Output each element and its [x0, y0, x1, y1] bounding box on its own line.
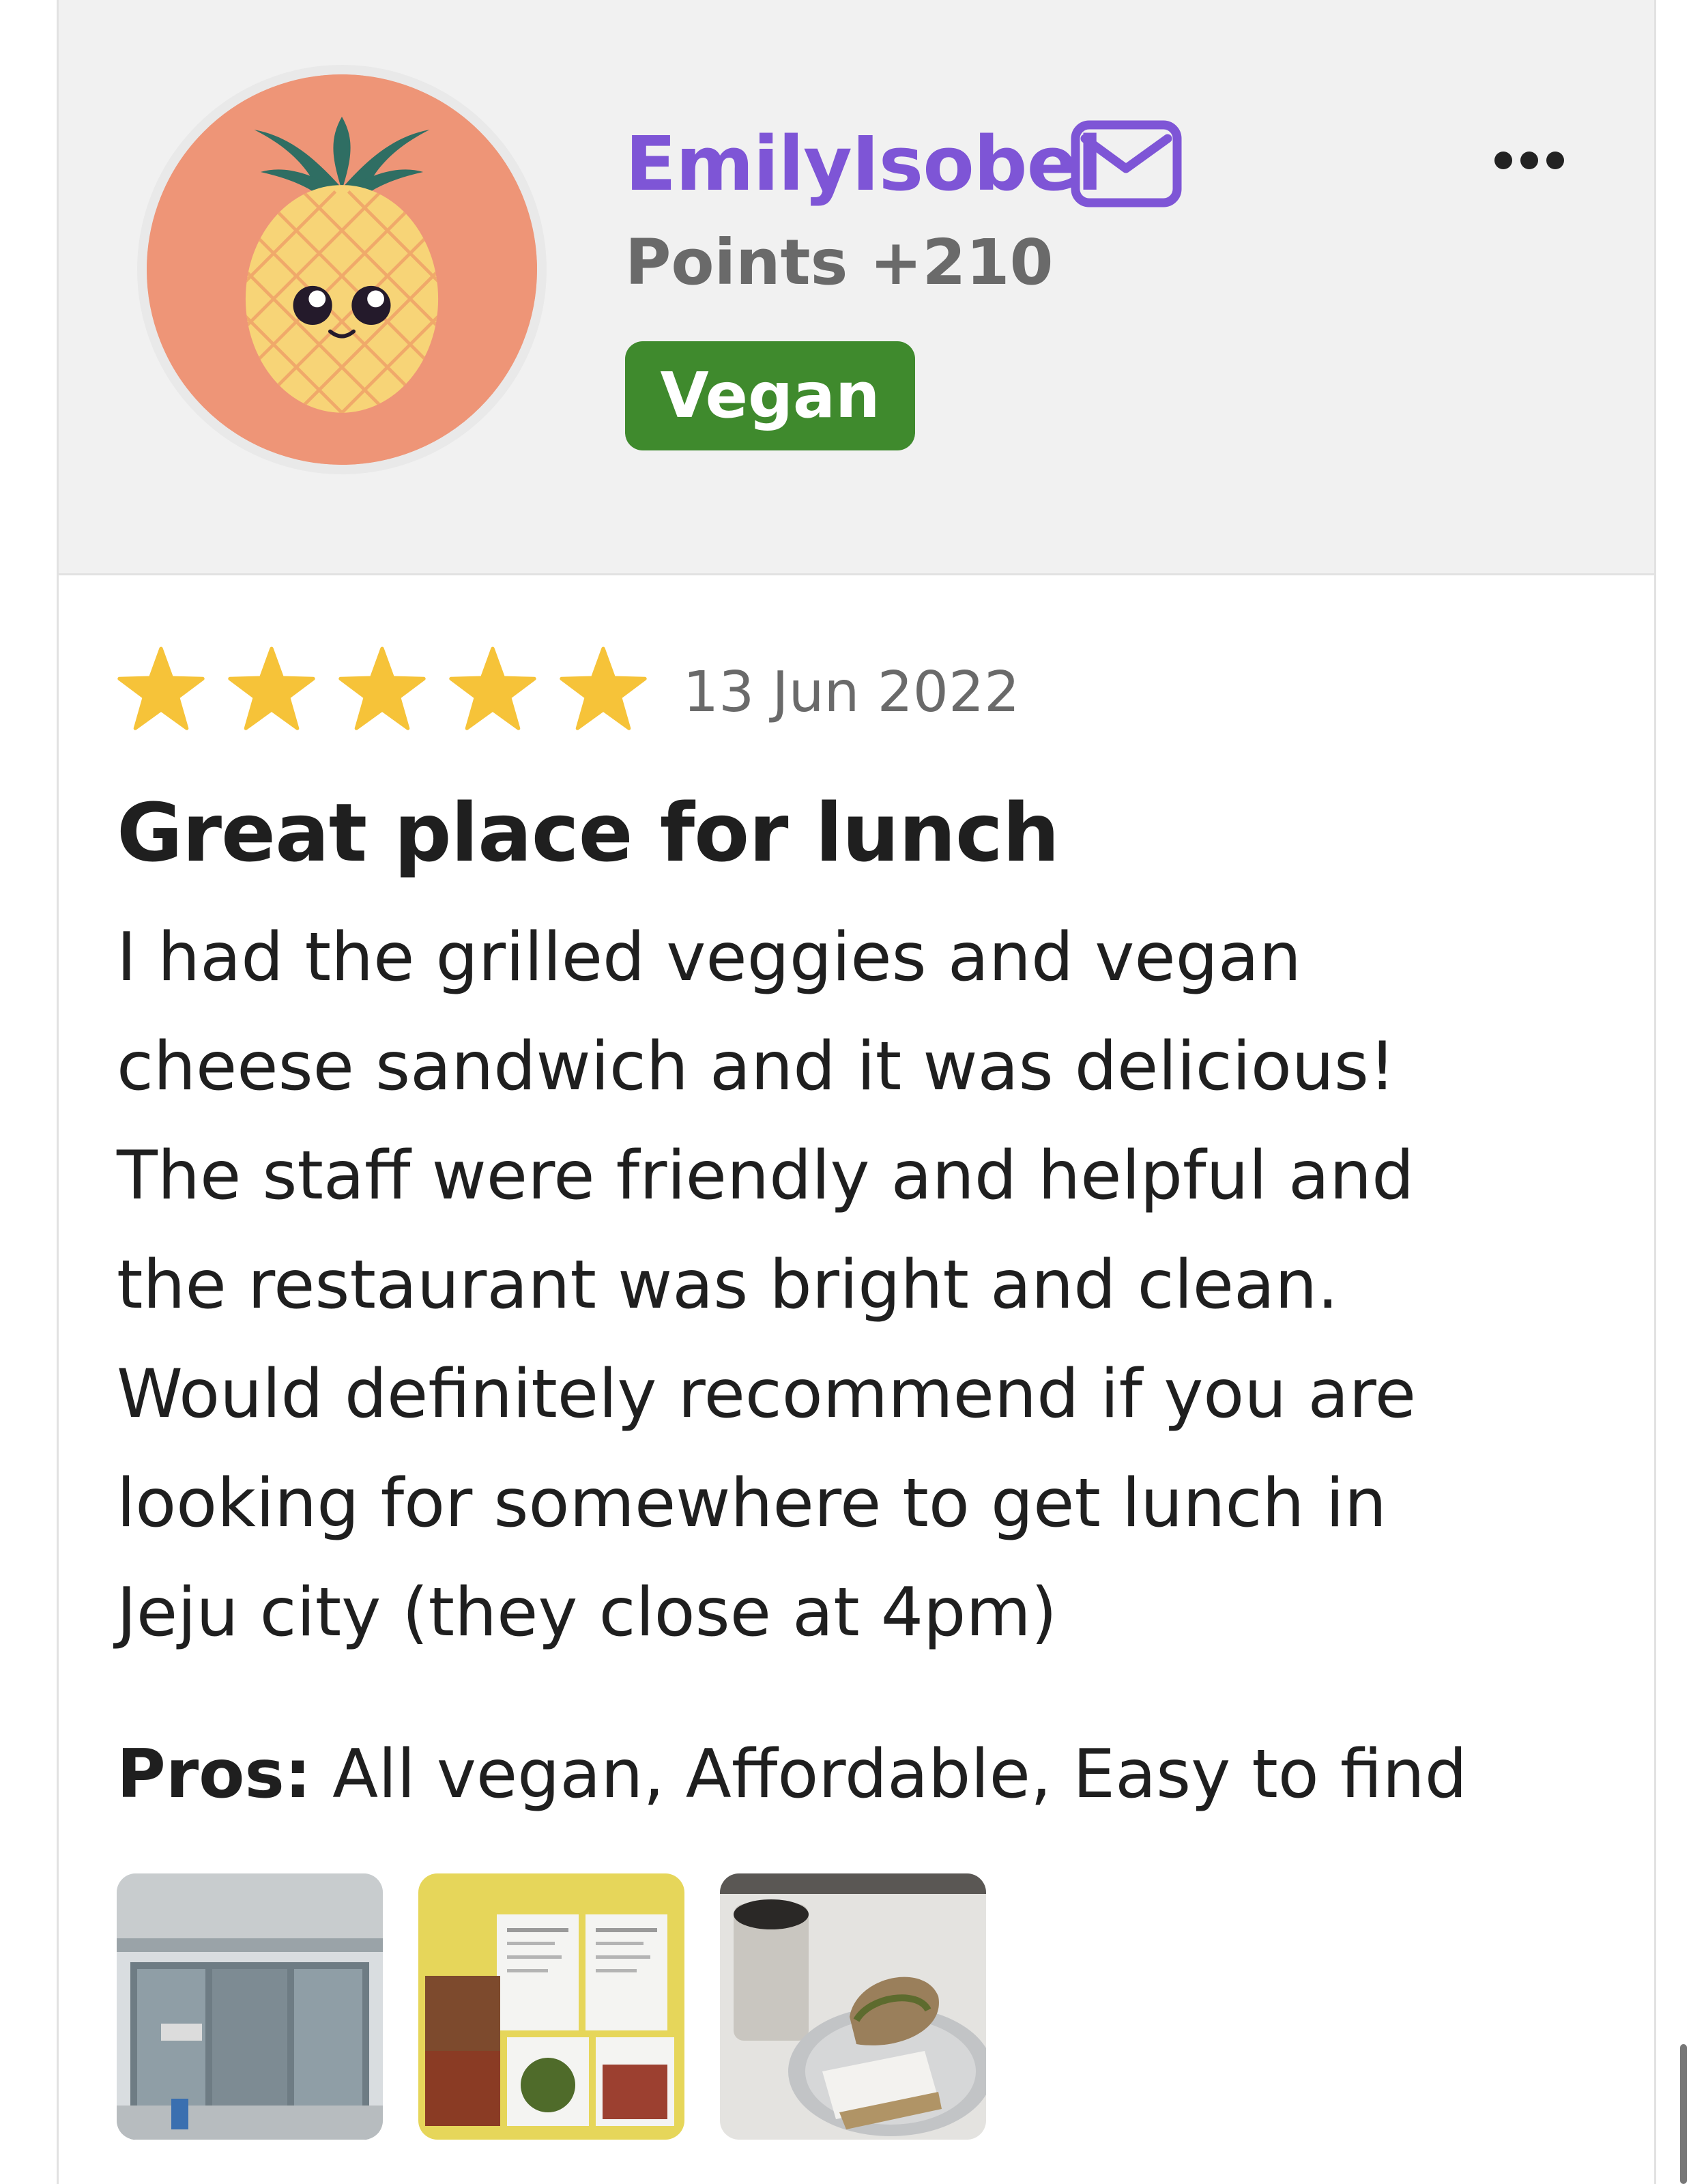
star-icon [338, 646, 426, 730]
review-body-line: the restaurant was bright and clean. [117, 1246, 1339, 1324]
review-body-line: Would definitely recommend if you are [117, 1355, 1417, 1433]
username[interactable]: EmilyIsobel [625, 116, 1103, 212]
star-icon [560, 646, 647, 730]
menu-image [418, 1873, 684, 2140]
reviewer-header: EmilyIsobel Points +210 Vegan [59, 0, 1654, 575]
review-title: Great place for lunch [117, 786, 1060, 880]
star-rating [117, 645, 669, 734]
vegan-badge: Vegan [625, 341, 915, 450]
scrollbar[interactable] [1680, 2044, 1687, 2184]
review-body-line: cheese sandwich and it was delicious! [117, 1028, 1396, 1106]
pros-label: Pros: [117, 1736, 312, 1813]
storefront-image [117, 1873, 383, 2140]
review-date: 13 Jun 2022 [683, 660, 1020, 725]
review-photos [117, 1873, 986, 2140]
review-card: EmilyIsobel Points +210 Vegan 13 Jun 202… [57, 0, 1656, 2184]
review-body-line: Jeju city (they close at 4pm) [117, 1574, 1058, 1652]
star-icon [228, 646, 315, 730]
star-icon [117, 646, 205, 730]
sandwich-image [720, 1873, 986, 2140]
sandwich-and-drink-photo[interactable] [720, 1873, 986, 2140]
review-body-line: looking for somewhere to get lunch in [117, 1465, 1387, 1542]
avatar[interactable] [137, 65, 547, 474]
review-body-line: I had the grilled veggies and vegan [117, 919, 1302, 996]
points-label: Points +210 [625, 226, 1054, 299]
star-icon [449, 646, 536, 730]
restaurant-storefront-photo[interactable] [117, 1873, 383, 2140]
review-body: I had the grilled veggies and vegan chee… [117, 903, 1618, 1667]
pros-value: All vegan, Affordable, Easy to find [332, 1736, 1467, 1813]
review-body-line: The staff were friendly and helpful and [117, 1137, 1415, 1215]
more-options-icon[interactable] [1488, 130, 1570, 191]
mail-icon[interactable] [1070, 119, 1183, 208]
menu-photo[interactable] [418, 1873, 684, 2140]
pineapple-avatar-icon [147, 74, 537, 465]
pros: Pros: All vegan, Affordable, Easy to fin… [117, 1723, 1467, 1826]
